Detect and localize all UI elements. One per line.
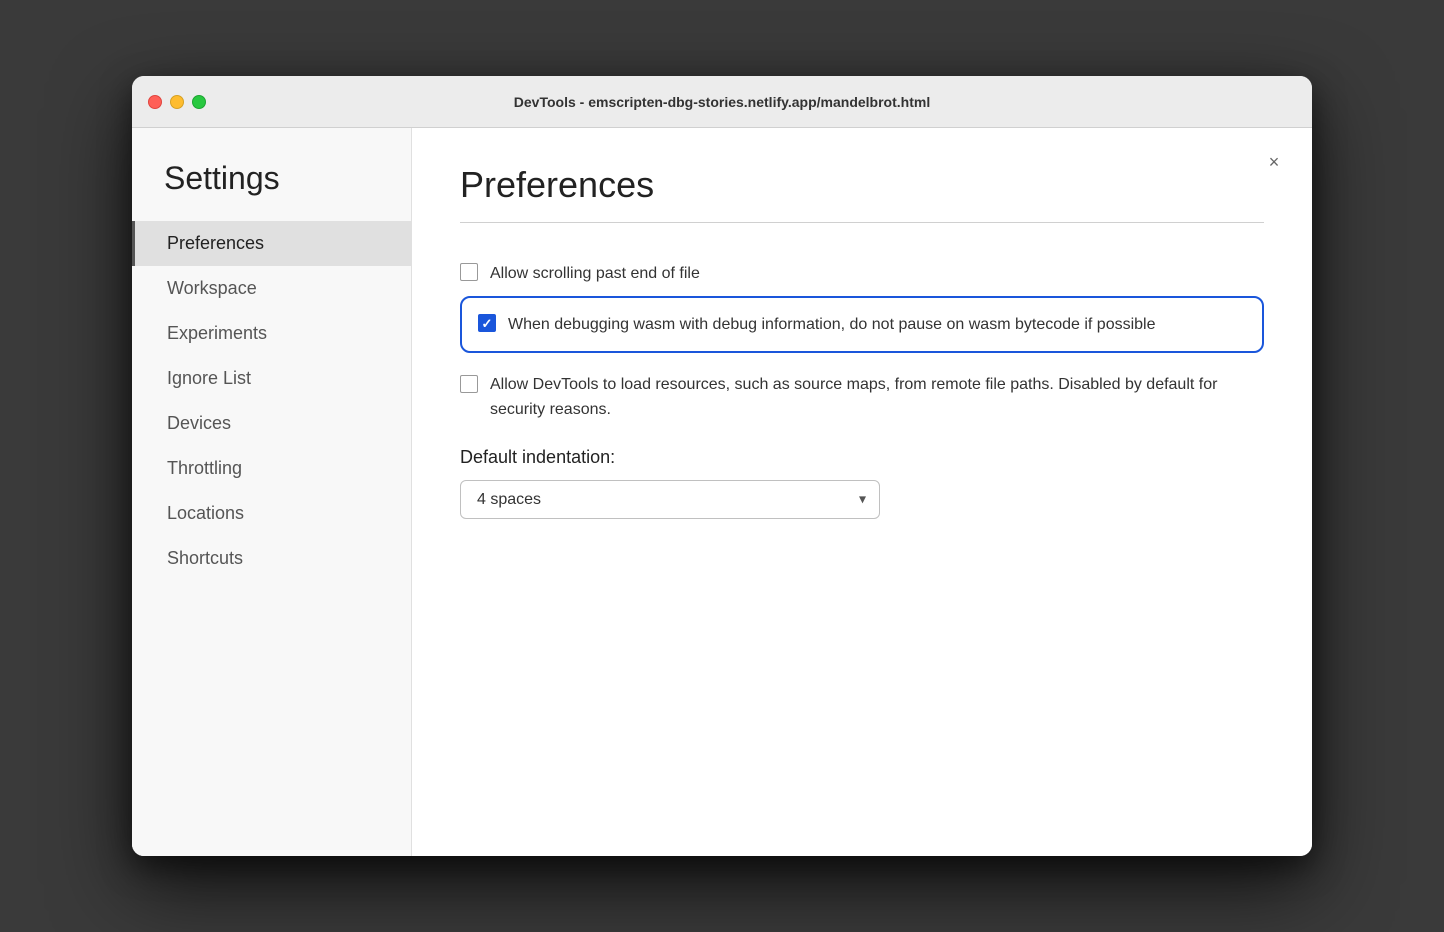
main-content: × Preferences Allow scrolling past end o… [412, 128, 1312, 856]
sidebar-item-throttling[interactable]: Throttling [132, 446, 411, 491]
sidebar-item-experiments[interactable]: Experiments [132, 311, 411, 356]
sidebar-item-shortcuts[interactable]: Shortcuts [132, 536, 411, 581]
allow-scrolling-checkbox-wrapper [460, 261, 478, 281]
settings-heading: Settings [132, 160, 411, 221]
source-maps-label: Allow DevTools to load resources, such a… [490, 373, 1264, 423]
window-body: Settings Preferences Workspace Experimen… [132, 128, 1312, 856]
allow-scrolling-label: Allow scrolling past end of file [490, 261, 700, 286]
sidebar-item-preferences[interactable]: Preferences [132, 221, 411, 266]
source-maps-checkbox-wrapper [460, 373, 478, 393]
wasm-debug-label: When debugging wasm with debug informati… [508, 312, 1156, 337]
sidebar-item-workspace[interactable]: Workspace [132, 266, 411, 311]
source-maps-checkbox[interactable] [460, 375, 478, 393]
allow-scrolling-checkbox[interactable] [460, 263, 478, 281]
maximize-traffic-light[interactable] [192, 95, 206, 109]
minimize-traffic-light[interactable] [170, 95, 184, 109]
indentation-label: Default indentation: [460, 447, 1264, 468]
indentation-section: Default indentation: 2 spaces 4 spaces 8… [460, 447, 1264, 519]
traffic-lights [148, 95, 206, 109]
indentation-select-wrapper: 2 spaces 4 spaces 8 spaces Tab character… [460, 480, 880, 519]
sidebar-item-devices[interactable]: Devices [132, 401, 411, 446]
devtools-window: DevTools - emscripten-dbg-stories.netlif… [132, 76, 1312, 856]
section-divider [460, 222, 1264, 223]
indentation-select[interactable]: 2 spaces 4 spaces 8 spaces Tab character [460, 480, 880, 519]
wasm-debug-checkbox[interactable] [478, 314, 496, 332]
close-traffic-light[interactable] [148, 95, 162, 109]
wasm-debug-row: When debugging wasm with debug informati… [460, 296, 1264, 353]
allow-scrolling-row: Allow scrolling past end of file [460, 251, 1264, 296]
title-bar: DevTools - emscripten-dbg-stories.netlif… [132, 76, 1312, 128]
sidebar-item-locations[interactable]: Locations [132, 491, 411, 536]
close-button[interactable]: × [1260, 148, 1288, 176]
sidebar-item-ignore-list[interactable]: Ignore List [132, 356, 411, 401]
window-title: DevTools - emscripten-dbg-stories.netlif… [514, 94, 930, 110]
section-title: Preferences [460, 164, 1264, 206]
source-maps-row: Allow DevTools to load resources, such a… [460, 373, 1264, 423]
wasm-debug-checkbox-wrapper [478, 312, 496, 332]
settings-sidebar: Settings Preferences Workspace Experimen… [132, 128, 412, 856]
